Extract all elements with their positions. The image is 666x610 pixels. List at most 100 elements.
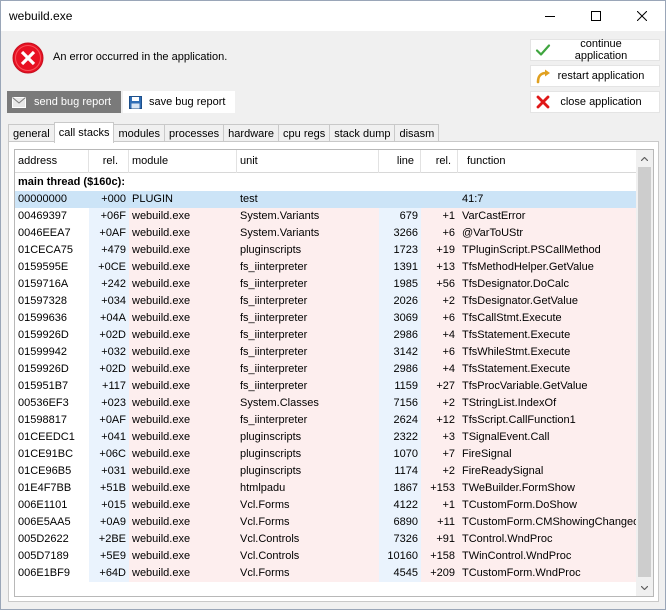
scroll-up-button[interactable] bbox=[636, 150, 653, 167]
save-label: save bug report bbox=[149, 96, 226, 108]
restart-application-button[interactable]: restart application bbox=[530, 65, 660, 87]
line-cell: 1391 bbox=[379, 259, 421, 276]
function-cell: TfsWhileStmt.Execute bbox=[458, 344, 636, 361]
close-icon bbox=[637, 11, 647, 21]
table-row[interactable]: 005D7189 +5E9 webuild.exe Vcl.Controls 10160… bbox=[15, 548, 636, 565]
tab-disasm[interactable]: disasm bbox=[394, 124, 440, 142]
send-bug-report-button[interactable]: send bug report bbox=[7, 91, 121, 113]
table-row[interactable]: 006E5AA5 +0A9 webuild.exe Vcl.Forms 6890 +11 T… bbox=[15, 514, 636, 531]
address-cell: 01CEEDC1 bbox=[15, 429, 89, 446]
tab-general[interactable]: general bbox=[8, 124, 55, 142]
table-row[interactable]: 00000000 +000 PLUGIN test 41:7 bbox=[15, 191, 636, 208]
column-header-line-rel[interactable]: rel. bbox=[421, 150, 458, 173]
call-stack-list[interactable]: address rel. module unit line rel. funct… bbox=[14, 149, 654, 597]
save-bug-report-button[interactable]: save bug report bbox=[123, 91, 235, 113]
tab-cpu-regs[interactable]: cpu regs bbox=[278, 124, 331, 142]
address-cell: 01CE91BC bbox=[15, 446, 89, 463]
table-row[interactable]: 0046EEA7 +0AF webuild.exe System.Variants 32… bbox=[15, 225, 636, 242]
rel-cell: +479 bbox=[89, 242, 129, 259]
table-row[interactable]: 01CECA75 +479 webuild.exe pluginscripts 1723… bbox=[15, 242, 636, 259]
rel-cell: +0CE bbox=[89, 259, 129, 276]
table-row[interactable]: 0159926D +02D webuild.exe fs_iinterpreter 29… bbox=[15, 361, 636, 378]
unit-cell: pluginscripts bbox=[237, 242, 379, 259]
unit-cell: Vcl.Controls bbox=[237, 531, 379, 548]
close-window-button[interactable] bbox=[619, 1, 665, 31]
function-cell: TfsStatement.Execute bbox=[458, 361, 636, 378]
table-row[interactable]: 0159716A +242 webuild.exe fs_iinterpreter 19… bbox=[15, 276, 636, 293]
table-row[interactable]: 01599636 +04A webuild.exe fs_iinterpreter 30… bbox=[15, 310, 636, 327]
tab-modules[interactable]: modules bbox=[113, 124, 166, 142]
table-row[interactable]: 00469397 +06F webuild.exe System.Variants 67… bbox=[15, 208, 636, 225]
module-cell: webuild.exe bbox=[129, 378, 237, 395]
function-cell: TStringList.IndexOf bbox=[458, 395, 636, 412]
table-row[interactable]: 0159926D +02D webuild.exe fs_iinterpreter 29… bbox=[15, 327, 636, 344]
module-cell: webuild.exe bbox=[129, 259, 237, 276]
unit-cell: fs_iinterpreter bbox=[237, 293, 379, 310]
table-row[interactable]: 00536EF3 +023 webuild.exe System.Classes 715… bbox=[15, 395, 636, 412]
scroll-thumb[interactable] bbox=[638, 167, 651, 577]
line-rel-cell: +27 bbox=[421, 378, 458, 395]
vertical-scrollbar[interactable] bbox=[636, 150, 653, 596]
module-cell: webuild.exe bbox=[129, 327, 237, 344]
minimize-icon bbox=[545, 16, 555, 17]
line-cell: 1174 bbox=[379, 463, 421, 480]
call-stacks-panel: address rel. module unit line rel. funct… bbox=[8, 141, 659, 602]
unit-cell: System.Variants bbox=[237, 225, 379, 242]
module-cell: webuild.exe bbox=[129, 293, 237, 310]
unit-cell: pluginscripts bbox=[237, 446, 379, 463]
table-row[interactable]: 01CEEDC1 +041 webuild.exe pluginscripts 2322… bbox=[15, 429, 636, 446]
address-cell: 0046EEA7 bbox=[15, 225, 89, 242]
table-row[interactable]: 015951B7 +117 webuild.exe fs_iinterpreter 11… bbox=[15, 378, 636, 395]
minimize-button[interactable] bbox=[527, 1, 573, 31]
rel-cell: +032 bbox=[89, 344, 129, 361]
table-row[interactable]: 01597328 +034 webuild.exe fs_iinterpreter 20… bbox=[15, 293, 636, 310]
line-cell: 1985 bbox=[379, 276, 421, 293]
table-row[interactable]: 005D2622 +2BE webuild.exe Vcl.Controls 7326 +… bbox=[15, 531, 636, 548]
rel-cell: +5E9 bbox=[89, 548, 129, 565]
tab-call-stacks[interactable]: call stacks bbox=[53, 122, 115, 143]
function-cell: FireReadySignal bbox=[458, 463, 636, 480]
table-row[interactable]: 01599942 +032 webuild.exe fs_iinterpreter 31… bbox=[15, 344, 636, 361]
continue-application-button[interactable]: continue application bbox=[530, 38, 660, 62]
address-cell: 005D2622 bbox=[15, 531, 89, 548]
table-row[interactable]: 01598817 +0AF webuild.exe fs_iinterpreter 26… bbox=[15, 412, 636, 429]
line-rel-cell bbox=[421, 191, 458, 208]
rel-cell: +64D bbox=[89, 565, 129, 582]
rel-cell: +2BE bbox=[89, 531, 129, 548]
close-application-button[interactable]: close application bbox=[530, 91, 660, 113]
module-cell: webuild.exe bbox=[129, 480, 237, 497]
column-header-rel[interactable]: rel. bbox=[89, 150, 129, 173]
rel-cell: +041 bbox=[89, 429, 129, 446]
column-header-module[interactable]: module bbox=[129, 150, 237, 173]
table-row[interactable]: 006E1BF9 +64D webuild.exe Vcl.Forms 4545 +209… bbox=[15, 565, 636, 582]
thread-row[interactable]: main thread ($160c): bbox=[15, 174, 636, 191]
table-row[interactable]: 0159595E +0CE webuild.exe fs_iinterpreter 13… bbox=[15, 259, 636, 276]
tab-hardware[interactable]: hardware bbox=[223, 124, 280, 142]
rel-cell: +51B bbox=[89, 480, 129, 497]
table-row[interactable]: 01CE91BC +06C webuild.exe pluginscripts 1070… bbox=[15, 446, 636, 463]
table-row[interactable]: 006E1101 +015 webuild.exe Vcl.Forms 4122 +1 TC… bbox=[15, 497, 636, 514]
line-cell bbox=[379, 191, 421, 208]
rel-cell: +023 bbox=[89, 395, 129, 412]
address-cell: 01598817 bbox=[15, 412, 89, 429]
function-cell: 41:7 bbox=[458, 191, 636, 208]
line-rel-cell: +6 bbox=[421, 344, 458, 361]
column-header-function[interactable]: function bbox=[458, 150, 636, 173]
line-rel-cell: +2 bbox=[421, 293, 458, 310]
column-header-unit[interactable]: unit bbox=[237, 150, 379, 173]
title-bar[interactable]: webuild.exe bbox=[1, 1, 665, 31]
tab-processes[interactable]: processes bbox=[164, 124, 225, 142]
module-cell: webuild.exe bbox=[129, 225, 237, 242]
maximize-button[interactable] bbox=[573, 1, 619, 31]
table-row[interactable]: 01E4F7BB +51B webuild.exe htmlpadu 1867 +153 T… bbox=[15, 480, 636, 497]
rel-cell: +117 bbox=[89, 378, 129, 395]
column-header-line[interactable]: line bbox=[379, 150, 421, 173]
tab-stack-dump[interactable]: stack dump bbox=[329, 124, 396, 142]
column-header-address[interactable]: address bbox=[15, 150, 89, 173]
line-rel-cell: +158 bbox=[421, 548, 458, 565]
table-row[interactable]: 01CE96B5 +031 webuild.exe pluginscripts 1174… bbox=[15, 463, 636, 480]
scroll-down-button[interactable] bbox=[636, 579, 653, 596]
module-cell: webuild.exe bbox=[129, 497, 237, 514]
line-rel-cell: +2 bbox=[421, 463, 458, 480]
module-cell: webuild.exe bbox=[129, 429, 237, 446]
